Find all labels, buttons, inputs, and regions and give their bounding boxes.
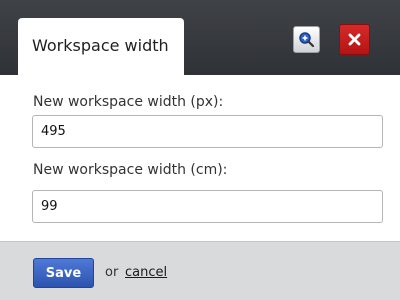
dialog-body: New workspace width (px): New workspace … bbox=[0, 75, 400, 241]
dialog-tab-title: Workspace width bbox=[18, 18, 184, 75]
px-width-label: New workspace width (px): bbox=[33, 94, 224, 110]
zoom-button[interactable] bbox=[293, 26, 320, 53]
zoom-in-icon bbox=[299, 32, 315, 48]
px-width-input[interactable] bbox=[32, 115, 383, 148]
dialog-footer: Save or cancel bbox=[0, 241, 400, 300]
workspace-width-dialog: Workspace width New workspace width (px)… bbox=[0, 0, 400, 300]
cm-width-label: New workspace width (cm): bbox=[33, 162, 228, 178]
cm-width-input[interactable] bbox=[32, 190, 383, 223]
close-icon bbox=[348, 33, 361, 46]
dialog-header: Workspace width bbox=[0, 0, 400, 75]
or-text: or bbox=[105, 265, 119, 280]
cancel-link[interactable]: cancel bbox=[125, 265, 167, 280]
save-button[interactable]: Save bbox=[33, 258, 94, 288]
close-button[interactable] bbox=[339, 24, 370, 55]
